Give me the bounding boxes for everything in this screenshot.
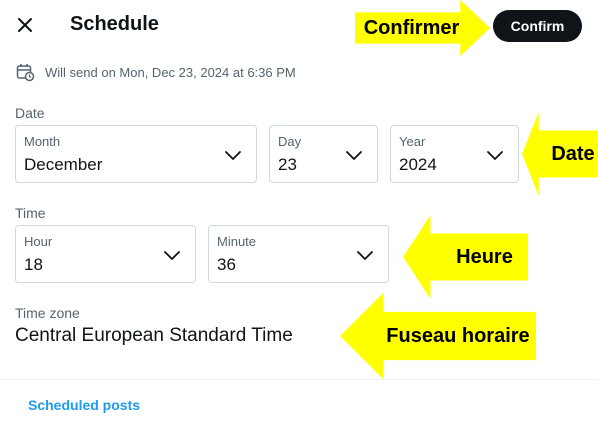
close-button[interactable] [10,10,40,40]
chevron-down-icon [225,151,241,160]
annotation-date-text: Date [551,142,595,165]
annotation-timezone-arrow: Fuseau horaire [340,293,536,379]
close-icon [18,18,32,32]
month-select-value: December [24,155,103,174]
hour-select[interactable]: Hour 18 [15,225,196,283]
year-select-label: Year [399,134,426,149]
month-select-label: Month [24,134,61,149]
annotation-timezone-text: Fuseau horaire [386,324,530,347]
year-select[interactable]: Year 2024 [390,125,519,183]
day-select-label: Day [278,134,302,149]
chevron-down-icon [357,251,373,260]
minute-select[interactable]: Minute 36 [208,225,389,283]
month-select[interactable]: Month December [15,125,257,183]
hour-select-value: 18 [24,255,43,274]
scheduled-posts-link[interactable]: Scheduled posts [28,397,140,413]
day-select[interactable]: Day 23 [269,125,378,183]
annotation-confirm-arrow: Confirmer [355,0,490,56]
day-select-value: 23 [278,155,297,174]
footer-divider [0,379,598,380]
confirm-button[interactable]: Confirm [493,10,582,42]
timezone-label: Time zone [15,305,80,321]
calendar-clock-icon [16,64,35,82]
schedule-dialog: Schedule Confirm Will send on Mon, Dec 2… [0,0,598,427]
hour-select-label: Hour [24,234,53,249]
dialog-title: Schedule [70,13,159,35]
minute-select-value: 36 [217,255,236,274]
date-section-label: Date [15,105,45,121]
annotation-time-arrow: Heure [403,215,528,299]
annotation-date-arrow: Date [522,112,598,196]
send-info-text: Will send on Mon, Dec 23, 2024 at 6:36 P… [45,65,296,80]
time-section-label: Time [15,205,46,221]
chevron-down-icon [487,151,503,160]
chevron-down-icon [346,151,362,160]
timezone-value: Central European Standard Time [15,325,293,346]
annotation-time-text: Heure [456,245,513,268]
annotation-confirm-text: Confirmer [363,16,460,39]
year-select-value: 2024 [399,155,437,174]
chevron-down-icon [164,251,180,260]
send-info: Will send on Mon, Dec 23, 2024 at 6:36 P… [16,63,296,82]
minute-select-label: Minute [217,234,257,249]
